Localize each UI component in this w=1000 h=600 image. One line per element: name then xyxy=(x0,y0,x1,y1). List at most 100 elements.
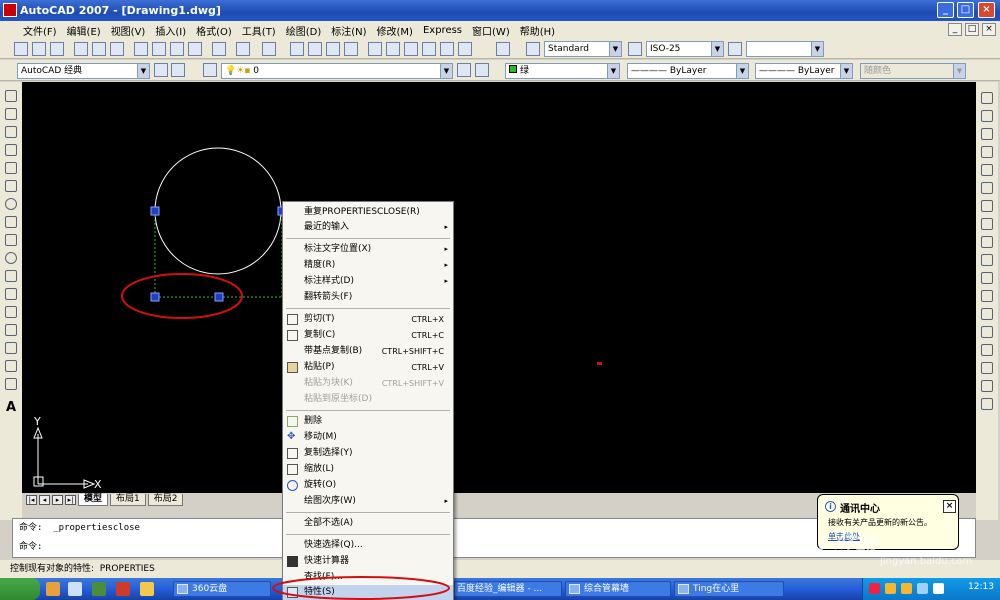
workspace-settings-icon[interactable] xyxy=(154,63,168,77)
tool-palettes-icon[interactable] xyxy=(404,42,418,56)
menu-item-dim-text-position[interactable]: 标注文字位置(X) ▸ xyxy=(283,242,453,257)
menu-item-deselect-all[interactable]: 全部不选(A) xyxy=(283,516,453,531)
gradient-icon[interactable] xyxy=(5,360,17,372)
tab-layout2[interactable]: 布局2 xyxy=(147,494,184,506)
extend-icon[interactable] xyxy=(981,272,993,284)
autocad-app-icon[interactable] xyxy=(3,3,17,17)
workspace-select[interactable]: AutoCAD 经典 ▼ xyxy=(17,63,150,79)
close-button[interactable]: × xyxy=(978,2,995,18)
taskbar-item-baidu-editor[interactable]: 百度经验_编辑器 - ... xyxy=(454,581,562,597)
hatch-icon[interactable] xyxy=(5,342,17,354)
save-workspace-icon[interactable] xyxy=(171,63,185,77)
menu-modify[interactable]: 修改(M) xyxy=(372,23,418,38)
calculator-icon[interactable] xyxy=(458,42,472,56)
last-tab-button[interactable]: ▸| xyxy=(65,495,76,505)
properties-icon[interactable] xyxy=(368,42,382,56)
menu-item-erase[interactable]: 删除 xyxy=(283,414,453,429)
mirror-icon[interactable] xyxy=(981,128,993,140)
doc-restore-button[interactable]: □ xyxy=(965,23,979,36)
help-icon[interactable] xyxy=(496,42,510,56)
taskbar-item-360-cloud[interactable]: 360云盘 xyxy=(173,581,271,597)
circle-icon[interactable] xyxy=(5,198,17,210)
menu-item-quick-select[interactable]: 快速选择(Q)... xyxy=(283,538,453,553)
copy-icon[interactable] xyxy=(152,42,166,56)
first-tab-button[interactable]: |◂ xyxy=(26,495,37,505)
zoom-window-icon[interactable] xyxy=(326,42,340,56)
toolbar-extra-icon[interactable] xyxy=(981,398,993,410)
quicklaunch-icon[interactable] xyxy=(68,582,82,596)
menu-item-draw-order[interactable]: 绘图次序(W) ▸ xyxy=(283,494,453,509)
redo-icon[interactable] xyxy=(262,42,276,56)
plot-preview-icon[interactable] xyxy=(92,42,106,56)
tray-icon[interactable] xyxy=(901,583,912,594)
menu-item-quick-calc[interactable]: 快速计算器 xyxy=(283,554,453,569)
maximize-button[interactable]: □ xyxy=(957,2,974,18)
fillet-icon[interactable] xyxy=(981,362,993,374)
menu-help[interactable]: 帮助(H) xyxy=(515,23,560,38)
prev-tab-button[interactable]: ◂ xyxy=(39,495,50,505)
quicklaunch-icon[interactable] xyxy=(46,582,60,596)
markup-icon[interactable] xyxy=(440,42,454,56)
trim-icon[interactable] xyxy=(981,254,993,266)
block-editor-icon[interactable] xyxy=(212,42,226,56)
chamfer-icon[interactable] xyxy=(981,344,993,356)
menu-item-copy[interactable]: 复制(C) CTRL+C xyxy=(283,328,453,343)
quicklaunch-icon[interactable] xyxy=(116,582,130,596)
dim-style-icon[interactable] xyxy=(628,42,642,56)
menu-item-dim-style[interactable]: 标注样式(D) ▸ xyxy=(283,274,453,289)
notification-close-button[interactable]: × xyxy=(943,500,956,513)
text-style-icon[interactable] xyxy=(526,42,540,56)
menu-express[interactable]: Express xyxy=(418,25,467,36)
table-style-icon[interactable] xyxy=(728,42,742,56)
menu-edit[interactable]: 编辑(E) xyxy=(62,23,106,38)
match-properties-icon[interactable] xyxy=(188,42,202,56)
menu-item-copy-select[interactable]: 复制选择(Y) xyxy=(283,446,453,461)
menu-item-scale[interactable]: 缩放(L) xyxy=(283,462,453,477)
menu-item-copy-base[interactable]: 带基点复制(B) CTRL+SHIFT+C xyxy=(283,344,453,359)
minimize-button[interactable]: _ xyxy=(937,2,954,18)
break-at-point-icon[interactable] xyxy=(981,290,993,302)
multiline-text-icon[interactable]: A xyxy=(6,400,16,415)
arc-icon[interactable] xyxy=(5,180,17,192)
array-icon[interactable] xyxy=(981,164,993,176)
join-icon[interactable] xyxy=(981,326,993,338)
insert-block-icon[interactable] xyxy=(5,288,17,300)
paste-icon[interactable] xyxy=(170,42,184,56)
save-icon[interactable] xyxy=(50,42,64,56)
menu-file[interactable]: 文件(F) xyxy=(18,23,62,38)
chevron-down-icon[interactable]: ▼ xyxy=(711,42,723,56)
dim-style-select[interactable]: ISO-25 ▼ xyxy=(646,41,724,57)
tray-icon[interactable] xyxy=(917,583,928,594)
spline-icon[interactable] xyxy=(5,234,17,246)
chevron-down-icon[interactable]: ▼ xyxy=(609,42,621,56)
ellipse-arc-icon[interactable] xyxy=(5,270,17,282)
menu-item-paste[interactable]: 粘贴(P) CTRL+V xyxy=(283,360,453,375)
layer-manager-icon[interactable] xyxy=(203,63,217,77)
chevron-down-icon[interactable]: ▼ xyxy=(137,64,149,78)
chevron-down-icon[interactable]: ▼ xyxy=(840,64,852,78)
clock[interactable]: 12:13 xyxy=(968,582,994,592)
doc-close-button[interactable]: × xyxy=(982,23,996,36)
text-style-select[interactable]: Standard ▼ xyxy=(544,41,622,57)
menu-item-repeat[interactable]: 重复PROPERTIESCLOSE(R) xyxy=(283,205,453,220)
taskbar-item-ting[interactable]: Ting在心里 xyxy=(674,581,784,597)
tray-icon[interactable] xyxy=(869,583,880,594)
taskbar-item-curtain-wall[interactable]: 综合管幕墙 xyxy=(565,581,671,597)
rotate-icon[interactable] xyxy=(981,200,993,212)
zoom-realtime-icon[interactable] xyxy=(308,42,322,56)
ellipse-icon[interactable] xyxy=(5,252,17,264)
plot-icon[interactable] xyxy=(74,42,88,56)
grip[interactable] xyxy=(150,206,160,216)
menu-insert[interactable]: 插入(I) xyxy=(150,23,191,38)
zoom-previous-icon[interactable] xyxy=(344,42,358,56)
lineweight-select[interactable]: ———— ByLayer ▼ xyxy=(755,63,853,79)
drawing-canvas[interactable]: Y X xyxy=(22,82,976,493)
explode-icon[interactable] xyxy=(981,380,993,392)
chevron-down-icon[interactable]: ▼ xyxy=(736,64,748,78)
next-tab-button[interactable]: ▸ xyxy=(52,495,63,505)
tab-model[interactable]: 模型 xyxy=(78,494,109,506)
cut-icon[interactable] xyxy=(134,42,148,56)
pan-icon[interactable] xyxy=(290,42,304,56)
menu-item-precision[interactable]: 精度(R) ▸ xyxy=(283,258,453,273)
quicklaunch-icon[interactable] xyxy=(140,582,154,596)
